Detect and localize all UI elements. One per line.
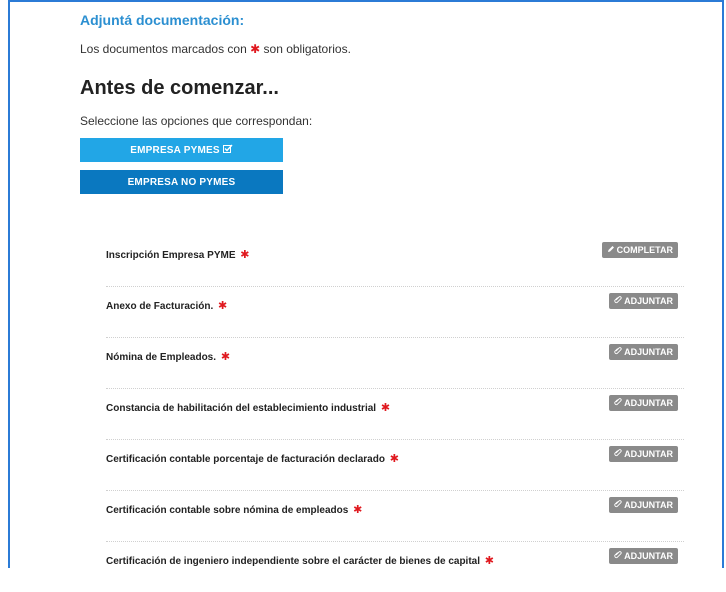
required-star-icon: ✱ xyxy=(220,351,231,363)
document-label: Certificación de ingeniero independiente… xyxy=(106,556,481,567)
adjuntar-button[interactable]: ADJUNTAR xyxy=(609,293,678,309)
adjuntar-button[interactable]: ADJUNTAR xyxy=(609,395,678,411)
document-label: Constancia de habilitación del estableci… xyxy=(106,403,377,414)
completar-button[interactable]: COMPLETAR xyxy=(601,242,678,258)
document-list: Inscripción Empresa PYME ✱ COMPLETAR Ane… xyxy=(106,236,684,592)
required-star-icon: ✱ xyxy=(240,249,250,261)
document-label: Anexo de Facturación. xyxy=(106,301,214,312)
paperclip-icon xyxy=(614,500,622,510)
required-star-icon: ✱ xyxy=(218,300,228,312)
paperclip-icon xyxy=(614,347,622,357)
list-item: Certificación contable sobre nómina de e… xyxy=(106,491,684,542)
empresa-pymes-button[interactable]: EMPRESA PYMES xyxy=(80,138,283,162)
checkbox-checked-icon xyxy=(222,144,233,156)
empresa-no-pymes-button[interactable]: EMPRESA NO PYMES xyxy=(80,170,283,194)
document-label: Nómina de Empleados. xyxy=(106,352,217,363)
adjuntar-label: ADJUNTAR xyxy=(624,296,673,306)
paperclip-icon xyxy=(614,398,622,408)
document-label: Certificación contable porcentaje de fac… xyxy=(106,454,385,465)
required-note: Los documentos marcados con ✱ son obliga… xyxy=(80,42,351,56)
list-item: Certificación de ingeniero independiente… xyxy=(106,542,684,592)
list-item: Certificación contable porcentaje de fac… xyxy=(106,440,684,491)
paperclip-icon xyxy=(614,449,622,459)
paperclip-icon xyxy=(614,296,622,306)
adjuntar-button[interactable]: ADJUNTAR xyxy=(609,344,678,360)
instruction-text: Seleccione las opciones que correspondan… xyxy=(80,114,313,128)
form-panel: Adjuntá documentación: Los documentos ma… xyxy=(8,0,724,568)
page-title: Antes de comenzar... xyxy=(80,77,279,99)
required-star-icon: ✱ xyxy=(353,504,363,516)
paperclip-icon xyxy=(614,551,622,561)
adjuntar-label: ADJUNTAR xyxy=(624,551,673,561)
document-label: Inscripción Empresa PYME xyxy=(106,250,236,261)
required-star-icon: ✱ xyxy=(389,453,399,465)
adjuntar-button[interactable]: ADJUNTAR xyxy=(609,497,678,513)
empresa-no-pymes-label: EMPRESA NO PYMES xyxy=(127,176,236,188)
adjuntar-label: ADJUNTAR xyxy=(624,500,673,510)
pencil-icon xyxy=(607,245,615,255)
document-label: Certificación contable sobre nómina de e… xyxy=(106,505,349,516)
required-star-icon: ✱ xyxy=(380,402,391,414)
adjuntar-label: ADJUNTAR xyxy=(624,347,673,357)
adjuntar-button[interactable]: ADJUNTAR xyxy=(609,446,678,462)
section-title: Adjuntá documentación: xyxy=(80,12,245,28)
adjuntar-label: ADJUNTAR xyxy=(624,449,673,459)
required-star-icon: ✱ xyxy=(250,42,261,56)
required-note-suffix: son obligatorios. xyxy=(263,42,351,56)
required-note-prefix: Los documentos marcados con xyxy=(80,42,247,56)
list-item: Inscripción Empresa PYME ✱ COMPLETAR xyxy=(106,236,684,287)
list-item: Constancia de habilitación del estableci… xyxy=(106,389,684,440)
empresa-pymes-label: EMPRESA PYMES xyxy=(130,144,220,156)
adjuntar-button[interactable]: ADJUNTAR xyxy=(609,548,678,564)
list-item: Anexo de Facturación. ✱ ADJUNTAR xyxy=(106,287,684,338)
completar-label: COMPLETAR xyxy=(616,245,673,255)
required-star-icon: ✱ xyxy=(484,555,495,567)
adjuntar-label: ADJUNTAR xyxy=(624,398,673,408)
list-item: Nómina de Empleados. ✱ ADJUNTAR xyxy=(106,338,684,389)
